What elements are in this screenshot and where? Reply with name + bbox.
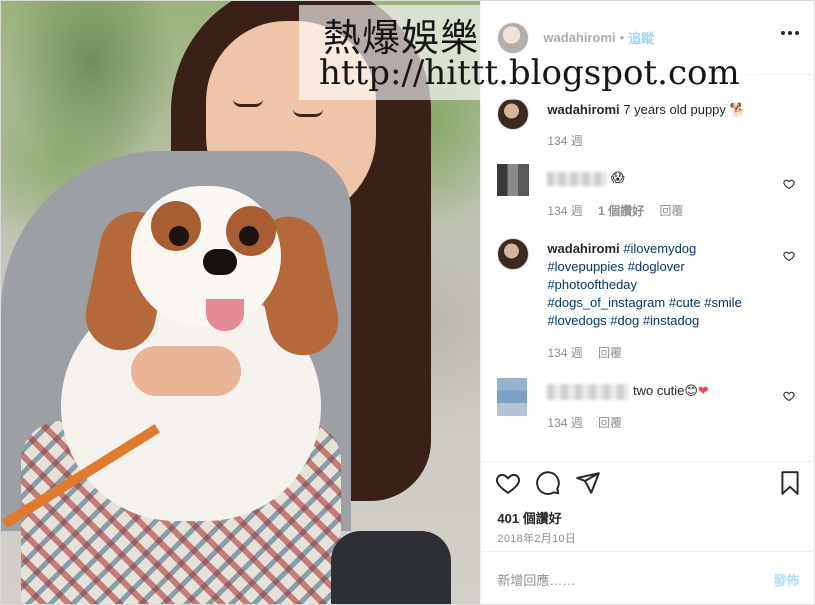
hashtag-comment-item: wadahiromi #ilovemydog #lovepuppies #dog… [497,238,801,368]
comment-item: 😱 134 週 1 個讚好 回覆 [497,164,801,218]
hashtag-link[interactable]: #dogs_of_instagram #cute #smile [547,295,741,310]
reply-button[interactable]: 回覆 [598,346,622,360]
comment-likes[interactable]: 1 個讚好 [598,204,644,218]
like-heart-icon[interactable] [495,470,521,496]
comment-time[interactable]: 134 週 [547,416,582,430]
save-bookmark-icon[interactable] [777,470,803,496]
comment-text: two cutie [633,383,685,398]
post-comment-button[interactable]: 發佈 [773,570,799,589]
like-comment-heart-icon[interactable] [783,390,796,402]
like-comment-heart-icon[interactable] [783,250,796,262]
comment-bubble-icon[interactable] [535,470,561,496]
reply-button[interactable]: 回覆 [659,204,683,218]
comment-avatar[interactable] [497,238,530,270]
scream-emoji: 😱 [611,170,625,185]
comment-username[interactable]: wadahiromi [547,241,619,256]
smile-emoji: 😊 [684,383,698,398]
caption-text: 7 years old puppy [623,102,726,117]
hashtag-link[interactable]: #lovepuppies #doglover [547,259,684,274]
comment-username-blurred[interactable] [547,171,608,186]
add-comment-input[interactable]: 新增回應…… [497,570,575,589]
comment-username-blurred[interactable] [547,383,630,400]
more-options-icon[interactable] [781,31,800,37]
hashtag-link[interactable]: #photooftheday [547,277,637,292]
like-comment-heart-icon[interactable] [783,178,796,190]
caption-avatar[interactable] [497,98,530,130]
share-paper-plane-icon[interactable] [575,470,601,496]
dog-emoji: 🐕 [729,102,746,117]
comment-item: two cutie😊❤ 134 週 回覆 [497,378,801,438]
add-comment-bar: 新增回應…… 發佈 [481,551,815,604]
comment-time[interactable]: 134 週 [547,346,582,360]
comment-avatar[interactable] [497,378,528,416]
comments-list[interactable]: wadahiromi 7 years old puppy 🐕 134 週 😱 1… [481,76,815,461]
post-actions: 401 個讚好 2018年2月10日 [481,461,815,551]
hashtag-link[interactable]: #ilovemydog [623,241,696,256]
author-avatar[interactable] [497,21,530,54]
like-count[interactable]: 401 個讚好 [497,508,561,527]
instagram-post-modal: 熱爆娛樂 http://hittt.blogspot.com wadahirom… [0,0,815,605]
comment-avatar[interactable] [497,164,530,196]
reply-button[interactable]: 回覆 [598,416,622,430]
caption-item: wadahiromi 7 years old puppy 🐕 134 週 [497,98,801,148]
comment-time[interactable]: 134 週 [547,204,582,218]
red-heart-emoji: ❤ [697,383,709,398]
hashtag-link[interactable]: #lovedogs #dog #instadog [547,313,699,328]
watermark-url: http://hittt.blogspot.com [319,53,740,93]
post-date[interactable]: 2018年2月10日 [497,530,576,546]
author-username[interactable]: wadahiromi [543,30,615,45]
caption-username[interactable]: wadahiromi [547,102,619,117]
caption-time[interactable]: 134 週 [547,134,582,148]
follow-button[interactable]: 追蹤 [628,28,654,47]
separator-dot: • [619,30,625,45]
